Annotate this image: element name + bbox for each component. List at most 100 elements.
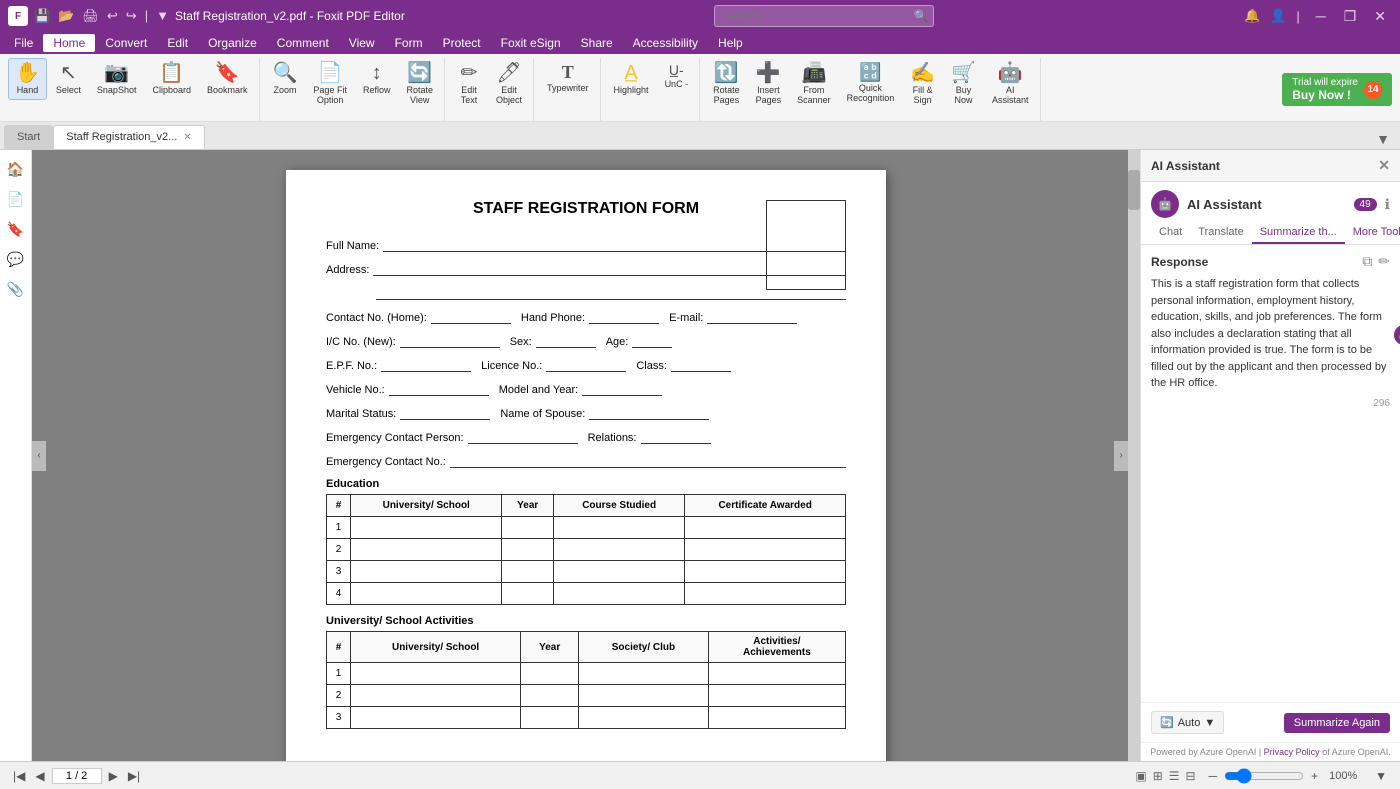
marital-line[interactable] (400, 406, 490, 420)
edu-row1-school[interactable] (351, 517, 502, 539)
menu-protect[interactable]: Protect (433, 34, 491, 52)
tab-document[interactable]: Staff Registration_v2... ✕ (53, 125, 204, 149)
hand-phone-line[interactable] (589, 310, 659, 324)
email-line[interactable] (707, 310, 797, 324)
ai-info-icon[interactable]: ℹ (1385, 196, 1390, 213)
continuous-view-button[interactable]: ☰ (1167, 767, 1182, 785)
ic-line[interactable] (400, 334, 500, 348)
menu-edit[interactable]: Edit (157, 34, 198, 52)
menu-view[interactable]: View (339, 34, 385, 52)
act-row2-activities[interactable] (708, 685, 845, 707)
rotate-view-button[interactable]: 🔄 RotateView (399, 58, 440, 110)
ai-panel-close-button[interactable]: ✕ (1378, 157, 1390, 174)
menu-foxit-esign[interactable]: Foxit eSign (491, 34, 571, 52)
act-row3-school[interactable] (351, 707, 521, 729)
menu-share[interactable]: Share (571, 34, 623, 52)
summarize-again-button[interactable]: Summarize Again (1284, 713, 1390, 733)
sidebar-comment-button[interactable]: 💬 (3, 246, 29, 272)
next-page-button[interactable]: ▶ (106, 768, 121, 784)
sidebar-pages-button[interactable]: 📄 (3, 186, 29, 212)
feedback-button[interactable]: 👍 (1394, 325, 1400, 345)
zoom-dropdown-button[interactable]: ▼ (1372, 768, 1390, 784)
fill-sign-button[interactable]: ✍ Fill &Sign (903, 58, 942, 110)
restore-button[interactable]: ❐ (1338, 6, 1363, 27)
buy-now-toolbar-button[interactable]: 🛒 BuyNow (944, 58, 983, 110)
act-row2-society[interactable] (579, 685, 709, 707)
redo-icon[interactable]: ↪ (126, 8, 137, 24)
edu-row4-course[interactable] (554, 583, 685, 605)
prev-page-button[interactable]: ◀ (32, 768, 47, 784)
select-button[interactable]: ↖ Select (49, 58, 88, 100)
act-row1-year[interactable] (521, 663, 579, 685)
ai-tab-summarize[interactable]: Summarize th... (1252, 222, 1345, 244)
edu-row2-school[interactable] (351, 539, 502, 561)
emergency-person-line[interactable] (468, 430, 578, 444)
edu-row1-course[interactable] (554, 517, 685, 539)
edu-row1-year[interactable] (502, 517, 554, 539)
edu-row3-cert[interactable] (685, 561, 846, 583)
user-icon[interactable]: 👤 (1270, 8, 1286, 24)
menu-file[interactable]: File (4, 34, 43, 52)
menu-organize[interactable]: Organize (198, 34, 267, 52)
age-line[interactable] (632, 334, 672, 348)
undo-icon[interactable]: ↩ (107, 8, 118, 24)
edu-row4-school[interactable] (351, 583, 502, 605)
pdf-viewer[interactable]: ‹ STAFF REGISTRATION FORM Full Name: Add… (32, 150, 1140, 761)
highlight-button[interactable]: A̲ Highlight (607, 58, 656, 100)
relations-line[interactable] (641, 430, 711, 444)
zoom-out-button[interactable]: ─ (1206, 768, 1221, 784)
ai-assistant-toolbar-button[interactable]: 🤖 AIAssistant (985, 58, 1036, 110)
sidebar-bookmark-button[interactable]: 🔖 (3, 216, 29, 242)
ai-tab-chat[interactable]: Chat (1151, 222, 1190, 244)
act-row2-year[interactable] (521, 685, 579, 707)
edit-text-button[interactable]: ✏ EditText (451, 58, 487, 110)
first-page-button[interactable]: |◀ (10, 768, 28, 784)
tab-document-close-icon[interactable]: ✕ (183, 132, 191, 143)
licence-line[interactable] (546, 358, 626, 372)
ai-response-area[interactable]: Response ⧉ ✏ This is a staff registratio… (1141, 245, 1400, 702)
privacy-policy-link[interactable]: Privacy Policy (1264, 747, 1320, 757)
menu-home[interactable]: Home (43, 34, 95, 52)
save-icon[interactable]: 💾 (34, 8, 50, 24)
menu-comment[interactable]: Comment (267, 34, 339, 52)
from-scanner-button[interactable]: 📠 FromScanner (790, 58, 838, 110)
menu-help[interactable]: Help (708, 34, 753, 52)
print-icon[interactable]: 🖨 (82, 8, 99, 24)
menu-convert[interactable]: Convert (95, 34, 157, 52)
tab-start[interactable]: Start (4, 125, 53, 149)
zoom-slider[interactable] (1224, 768, 1304, 784)
ai-tab-translate[interactable]: Translate (1190, 222, 1251, 244)
buy-now-badge-button[interactable]: Trial will expire Buy Now ! 14 (1282, 73, 1392, 106)
bookmark-button[interactable]: 🔖 Bookmark (200, 58, 255, 100)
edit-object-button[interactable]: 🖊 EditObject (489, 58, 529, 110)
hand-tool-button[interactable]: ✋ Hand (8, 58, 47, 100)
class-line[interactable] (671, 358, 731, 372)
quick-recognition-button[interactable]: 🔡 QuickRecognition (840, 58, 902, 108)
edu-row1-cert[interactable] (685, 517, 846, 539)
global-search-input[interactable] (714, 5, 934, 27)
menu-form[interactable]: Form (385, 34, 433, 52)
act-row3-activities[interactable] (708, 707, 845, 729)
insert-pages-button[interactable]: ➕ InsertPages (749, 58, 789, 110)
edu-row2-year[interactable] (502, 539, 554, 561)
customize-icon[interactable]: ▼ (156, 8, 169, 24)
edu-row3-year[interactable] (502, 561, 554, 583)
close-button[interactable]: ✕ (1368, 6, 1392, 27)
model-year-line[interactable] (582, 382, 662, 396)
spread-view-button[interactable]: ⊟ (1184, 767, 1198, 785)
unc-button[interactable]: U̲- UnC - (658, 58, 696, 94)
sidebar-home-button[interactable]: 🏠 (3, 156, 29, 182)
typewriter-button[interactable]: T Typewriter (540, 58, 596, 98)
zoom-in-button[interactable]: + (1308, 768, 1321, 784)
epf-line[interactable] (381, 358, 471, 372)
act-row3-year[interactable] (521, 707, 579, 729)
menu-accessibility[interactable]: Accessibility (623, 34, 708, 52)
copy-response-icon[interactable]: ⧉ (1362, 253, 1372, 270)
notification-icon[interactable]: 🔔 (1244, 8, 1260, 24)
reflow-button[interactable]: ↕ Reflow (356, 58, 398, 100)
zoom-button[interactable]: 🔍 Zoom (266, 58, 305, 100)
auto-mode-button[interactable]: 🔄 Auto ▼ (1151, 711, 1224, 734)
edu-row2-cert[interactable] (685, 539, 846, 561)
edu-row2-course[interactable] (554, 539, 685, 561)
page-number-input[interactable] (52, 768, 102, 784)
